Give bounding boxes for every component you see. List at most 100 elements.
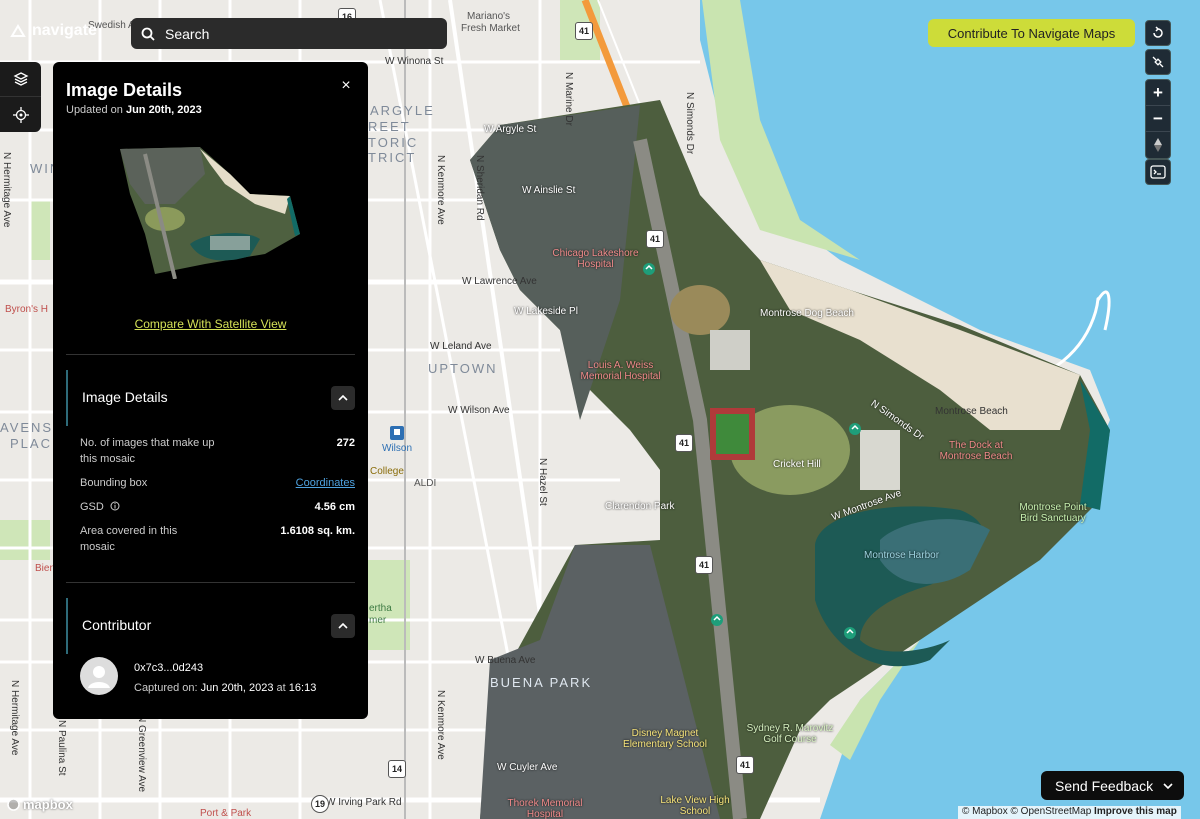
map-label-thorek: Thorek Memorial Hospital bbox=[507, 798, 583, 819]
map-label-bertha-2: mer bbox=[369, 615, 387, 626]
map-label-wilson-station: Wilson bbox=[382, 443, 413, 454]
map-label-marine: N Marine Dr bbox=[563, 72, 574, 126]
drone-pin-icon[interactable] bbox=[848, 422, 862, 440]
search-input[interactable] bbox=[165, 25, 435, 42]
map-label-dog-beach: Montrose Dog Beach bbox=[760, 308, 854, 319]
mapbox-logo[interactable]: mapbox bbox=[7, 797, 73, 812]
detail-row-area: Area covered in this mosaic 1.6108 sq. k… bbox=[80, 523, 355, 555]
map-label-cuyler: W Cuyler Ave bbox=[497, 762, 558, 773]
mapbox-attribution-link[interactable]: © Mapbox bbox=[962, 806, 1008, 817]
route-shield: 41 bbox=[736, 756, 754, 774]
contributor-section-header[interactable]: Contributor bbox=[66, 598, 355, 654]
image-details-panel: Image Details Updated on Jun 20th, 2023 … bbox=[53, 62, 368, 719]
mapbox-logo-icon bbox=[7, 798, 20, 811]
mapbox-logo-text: mapbox bbox=[23, 797, 73, 812]
captured-label: Captured on: bbox=[134, 682, 198, 694]
satellite-toggle-button[interactable] bbox=[1145, 49, 1171, 75]
chevron-up-icon bbox=[338, 394, 348, 401]
locate-button[interactable] bbox=[0, 97, 41, 132]
detail-row-gsd: GSD 4.56 cm bbox=[80, 499, 355, 515]
map-label-hermitage-2: N Hermitage Ave bbox=[9, 680, 20, 756]
send-feedback-button[interactable]: Send Feedback bbox=[1041, 771, 1184, 800]
zoom-in-button[interactable]: + bbox=[1146, 80, 1170, 106]
info-icon[interactable] bbox=[110, 501, 120, 511]
osm-attribution-link[interactable]: © OpenStreetMap bbox=[1011, 806, 1092, 817]
map-label-hermitage: N Hermitage Ave bbox=[1, 152, 12, 228]
route-shield: 41 bbox=[675, 434, 693, 452]
map-label-bertha: ertha bbox=[369, 603, 392, 614]
collapse-details-button[interactable] bbox=[331, 386, 355, 410]
map-label-disney-school: Disney Magnet Elementary School bbox=[623, 728, 707, 750]
map-label-buena: W Buena Ave bbox=[475, 655, 536, 666]
coordinates-link[interactable]: Coordinates bbox=[296, 475, 355, 491]
compare-satellite-link[interactable]: Compare With Satellite View bbox=[53, 317, 368, 331]
map-label-harbor: Montrose Harbor bbox=[864, 550, 940, 561]
detail-key: GSD bbox=[80, 499, 215, 515]
captured-at: at bbox=[276, 682, 286, 694]
brand-name: navigate bbox=[32, 22, 97, 39]
map-label-argyle-st: W Argyle St bbox=[484, 124, 537, 135]
map-label-byrons: Byron's H bbox=[5, 304, 49, 315]
improve-map-link[interactable]: Improve this map bbox=[1094, 806, 1177, 817]
panel-divider bbox=[66, 582, 355, 583]
drone-pin-icon[interactable] bbox=[710, 613, 724, 631]
rotate-icon bbox=[1153, 26, 1163, 38]
close-button[interactable]: × bbox=[336, 76, 356, 96]
map-label-lakeshore-hospital: Chicago Lakeshore Hospital bbox=[552, 248, 639, 270]
map-label-argyle-district-1: ARGYLE bbox=[370, 103, 435, 118]
map-label-argyle-district-4: TRICT bbox=[368, 150, 417, 165]
map-label-kenmore: N Kenmore Ave bbox=[435, 155, 446, 225]
route-shield: 41 bbox=[695, 556, 713, 574]
gsd-label: GSD bbox=[80, 501, 104, 513]
map-label-lake-view-hs: Lake View High School bbox=[660, 795, 730, 817]
contributor-id[interactable]: 0x7c3...0d243 bbox=[134, 662, 203, 674]
zoom-out-button[interactable]: − bbox=[1146, 106, 1170, 132]
drone-pin-icon[interactable] bbox=[843, 626, 857, 644]
console-button[interactable] bbox=[1145, 159, 1171, 185]
map-label-fresh-market: Fresh Market bbox=[461, 23, 520, 34]
avatar bbox=[80, 657, 118, 695]
detail-value: 272 bbox=[336, 437, 355, 449]
captured-time: 16:13 bbox=[288, 682, 317, 694]
section-title: Image Details bbox=[82, 389, 168, 405]
panel-title: Image Details bbox=[66, 80, 183, 100]
captured-on: Captured on: Jun 20th, 2023 at 16:13 bbox=[134, 682, 316, 694]
rotate-button[interactable] bbox=[1145, 20, 1171, 46]
map-label-greenview: N Greenview Ave bbox=[136, 715, 147, 793]
compass-icon bbox=[1154, 138, 1162, 152]
contribute-button[interactable]: Contribute To Navigate Maps bbox=[928, 19, 1135, 47]
image-details-section-header[interactable]: Image Details bbox=[66, 370, 355, 426]
map-label-aldi: ALDI bbox=[414, 478, 437, 489]
map-label-lawrence: W Lawrence Ave bbox=[462, 276, 537, 287]
zoom-controls: + − bbox=[1145, 79, 1171, 159]
map-label-marovitz: Sydney R. Marovitz Golf Course bbox=[746, 723, 834, 745]
map-label-buena-park: BUENA PARK bbox=[490, 675, 593, 690]
search-bar[interactable] bbox=[131, 18, 447, 49]
layers-icon bbox=[13, 72, 28, 86]
detail-key: No. of images that make up this mosaic bbox=[80, 437, 215, 465]
compass-button[interactable] bbox=[1146, 132, 1170, 158]
map-label-irving: W Irving Park Rd bbox=[326, 797, 402, 808]
map-label-weiss-hospital: Louis A. Weiss Memorial Hospital bbox=[580, 360, 661, 382]
panel-divider bbox=[66, 354, 355, 355]
drone-pin-icon[interactable] bbox=[642, 262, 656, 280]
navigate-logo-icon bbox=[10, 24, 26, 37]
mosaic-thumbnail[interactable] bbox=[115, 144, 305, 279]
map-label-port-park: Port & Park bbox=[200, 808, 252, 819]
left-toolbar bbox=[0, 62, 41, 132]
route-shield: 41 bbox=[646, 230, 664, 248]
collapse-contributor-button[interactable] bbox=[331, 614, 355, 638]
app-logo[interactable]: navigate bbox=[10, 22, 97, 40]
map-label-sheridan: N Sheridan Rd bbox=[474, 155, 485, 221]
detail-value: 1.6108 sq. km. bbox=[280, 525, 355, 537]
chevron-up-icon bbox=[338, 622, 348, 629]
map-attribution: © Mapbox © OpenStreetMap Improve this ma… bbox=[958, 806, 1181, 819]
map-label-marianos: Mariano's bbox=[467, 11, 511, 22]
layers-button[interactable] bbox=[0, 62, 41, 97]
map-label-montrose-beach: Montrose Beach bbox=[935, 406, 1008, 417]
map-label-leland: W Leland Ave bbox=[430, 341, 492, 352]
map-label-paulina: N Paulina St bbox=[56, 720, 67, 776]
updated-label: Updated on bbox=[66, 104, 123, 116]
map-label-clarendon-park: Clarendon Park bbox=[605, 501, 675, 512]
map-label-kenmore-2: N Kenmore Ave bbox=[435, 690, 446, 760]
